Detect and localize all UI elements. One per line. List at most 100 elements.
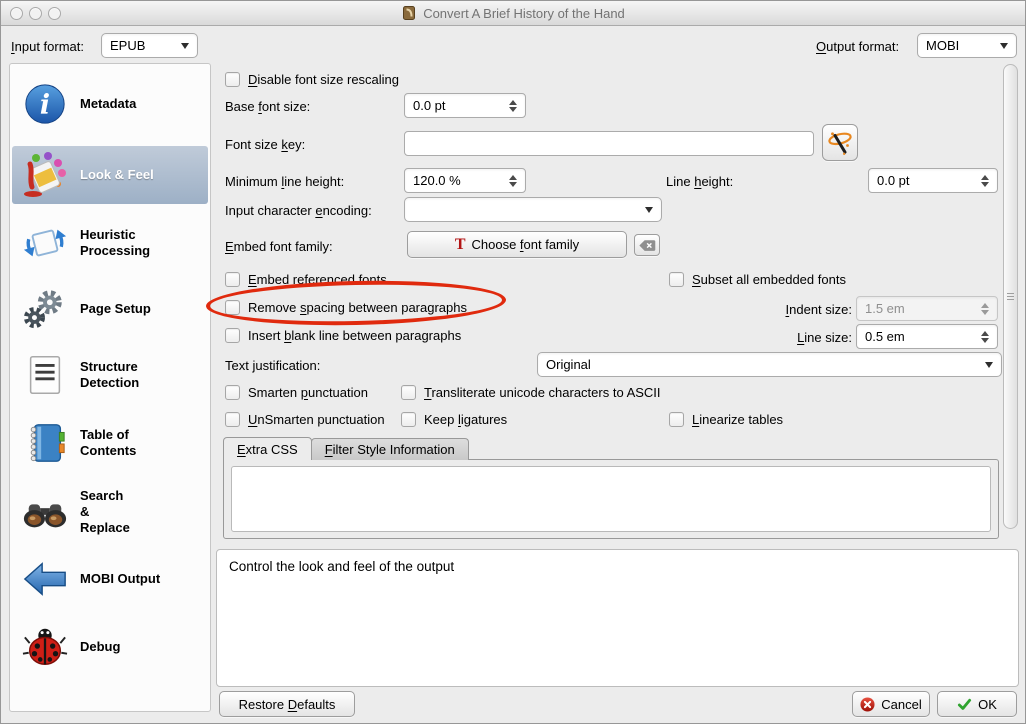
font-size-wizard-button[interactable]: [822, 124, 858, 161]
window-minimize-button[interactable]: [29, 7, 42, 20]
sidebar: i Metadata Look & Feel Heuristic Process…: [9, 63, 211, 712]
binoculars-icon: [20, 487, 70, 537]
cancel-button[interactable]: Cancel: [852, 691, 930, 717]
smarten-punctuation-checkbox[interactable]: [225, 385, 240, 400]
line-height-spinner[interactable]: 0.0 pt: [868, 168, 998, 193]
scrollbar-grip[interactable]: [1007, 293, 1014, 301]
minimum-line-height-spinner[interactable]: 120.0 %: [404, 168, 526, 193]
unsmarten-punctuation-row: UnSmarten punctuation: [225, 412, 385, 427]
spinner-arrows-icon[interactable]: [509, 175, 517, 187]
input-format-label: Input format:: [11, 39, 84, 54]
transliterate-checkbox[interactable]: [401, 385, 416, 400]
text-justification-value: Original: [546, 357, 591, 372]
chevron-down-icon: [1000, 43, 1008, 49]
indent-size-value: 1.5 em: [865, 301, 905, 316]
linearize-tables-row: Linearize tables: [669, 412, 783, 427]
checkbox-label: UnSmarten punctuation: [248, 412, 385, 427]
restore-defaults-button[interactable]: Restore Defaults: [219, 691, 355, 717]
gears-icon: [20, 284, 70, 334]
extra-css-textarea[interactable]: [231, 466, 991, 532]
cancel-x-icon: [860, 697, 875, 712]
backspace-clear-icon: [639, 239, 656, 252]
checkbox-label: Disable font size rescaling: [248, 72, 399, 87]
keep-ligatures-row: Keep ligatures: [401, 412, 507, 427]
sidebar-item-look-and-feel[interactable]: Look & Feel: [12, 146, 208, 204]
css-tabbar: Extra CSS Filter Style Information: [223, 437, 468, 460]
sidebar-item-debug[interactable]: Debug: [12, 618, 208, 676]
checkbox-label: Smarten punctuation: [248, 385, 368, 400]
minimum-line-height-label: Minimum line height:: [225, 174, 344, 189]
spinner-arrows-icon[interactable]: [981, 303, 989, 315]
sidebar-item-label: MOBI Output: [80, 571, 160, 587]
sidebar-item-metadata[interactable]: i Metadata: [12, 76, 208, 132]
chevron-down-icon: [181, 43, 189, 49]
sidebar-item-label: Look & Feel: [80, 167, 154, 183]
choose-font-family-button[interactable]: T Choose font family: [407, 231, 627, 258]
insert-blank-line-row: Insert blank line between paragraphs: [225, 328, 461, 343]
spinner-arrows-icon[interactable]: [509, 100, 517, 112]
ok-button[interactable]: OK: [937, 691, 1017, 717]
titlebar: Convert A Brief History of the Hand: [1, 1, 1025, 26]
svg-text:i: i: [40, 90, 50, 121]
paint-can-icon: [20, 150, 70, 200]
output-format-select[interactable]: MOBI: [917, 33, 1017, 58]
line-height-value: 0.0 pt: [877, 173, 910, 188]
base-font-size-spinner[interactable]: 0.0 pt: [404, 93, 526, 118]
window-controls: [10, 7, 61, 20]
base-font-size-label: Base font size:: [225, 99, 310, 114]
keep-ligatures-checkbox[interactable]: [401, 412, 416, 427]
sidebar-item-heuristic-processing[interactable]: Heuristic Processing: [12, 214, 208, 272]
tab-label: Extra CSS: [237, 442, 298, 457]
output-format-label: Output format:: [816, 39, 899, 54]
insert-blank-line-checkbox[interactable]: [225, 328, 240, 343]
spinner-arrows-icon[interactable]: [981, 175, 989, 187]
chevron-down-icon: [985, 362, 993, 368]
sidebar-item-label: Search & Replace: [80, 488, 130, 537]
line-size-spinner[interactable]: 0.5 em: [856, 324, 998, 349]
checkbox-label: Subset all embedded fonts: [692, 272, 846, 287]
disable-font-size-rescaling-checkbox[interactable]: [225, 72, 240, 87]
cancel-label: Cancel: [881, 697, 921, 712]
text-justification-label: Text justification:: [225, 358, 320, 373]
unsmarten-punctuation-checkbox[interactable]: [225, 412, 240, 427]
transliterate-row: Transliterate unicode characters to ASCI…: [401, 385, 661, 400]
font-t-icon: T: [455, 237, 466, 253]
sidebar-item-table-of-contents[interactable]: Table of Contents: [12, 414, 208, 472]
tab-extra-css[interactable]: Extra CSS: [223, 437, 312, 460]
font-size-key-input[interactable]: [404, 131, 814, 156]
smarten-punctuation-row: Smarten punctuation: [225, 385, 368, 400]
chevron-down-icon: [645, 207, 653, 213]
linearize-tables-checkbox[interactable]: [669, 412, 684, 427]
convert-book-icon: [401, 5, 417, 21]
info-icon: i: [20, 79, 70, 129]
indent-size-spinner[interactable]: 1.5 em: [856, 296, 998, 321]
checkbox-label: Keep ligatures: [424, 412, 507, 427]
tab-label: Filter Style Information: [325, 442, 455, 457]
sidebar-item-search-replace[interactable]: Search & Replace: [12, 480, 208, 544]
sidebar-item-label: Structure Detection: [80, 359, 139, 392]
window-close-button[interactable]: [10, 7, 23, 20]
embed-referenced-fonts-checkbox[interactable]: [225, 272, 240, 287]
output-format-value: MOBI: [926, 38, 959, 53]
sidebar-item-page-setup[interactable]: Page Setup: [12, 280, 208, 338]
tab-filter-style-information[interactable]: Filter Style Information: [311, 438, 469, 460]
input-character-encoding-label: Input character encoding:: [225, 203, 372, 218]
rotate-page-icon: [20, 218, 70, 268]
line-height-label: Line height:: [666, 174, 733, 189]
input-format-select[interactable]: EPUB: [101, 33, 198, 58]
spinner-arrows-icon[interactable]: [981, 331, 989, 343]
sidebar-item-mobi-output[interactable]: MOBI Output: [12, 550, 208, 608]
input-format-value: EPUB: [110, 38, 145, 53]
subset-embedded-fonts-checkbox[interactable]: [669, 272, 684, 287]
window-zoom-button[interactable]: [48, 7, 61, 20]
clear-font-family-button[interactable]: [634, 234, 660, 256]
subset-embedded-fonts-row: Subset all embedded fonts: [669, 272, 846, 287]
choose-font-family-label: Choose font family: [471, 237, 579, 252]
ok-label: OK: [978, 697, 997, 712]
input-character-encoding-select[interactable]: [404, 197, 662, 222]
sidebar-item-label: Metadata: [80, 96, 136, 112]
sidebar-item-structure-detection[interactable]: Structure Detection: [12, 346, 208, 404]
description-box: Control the look and feel of the output: [216, 549, 1019, 687]
text-justification-select[interactable]: Original: [537, 352, 1002, 377]
vertical-scrollbar[interactable]: [1003, 64, 1018, 529]
